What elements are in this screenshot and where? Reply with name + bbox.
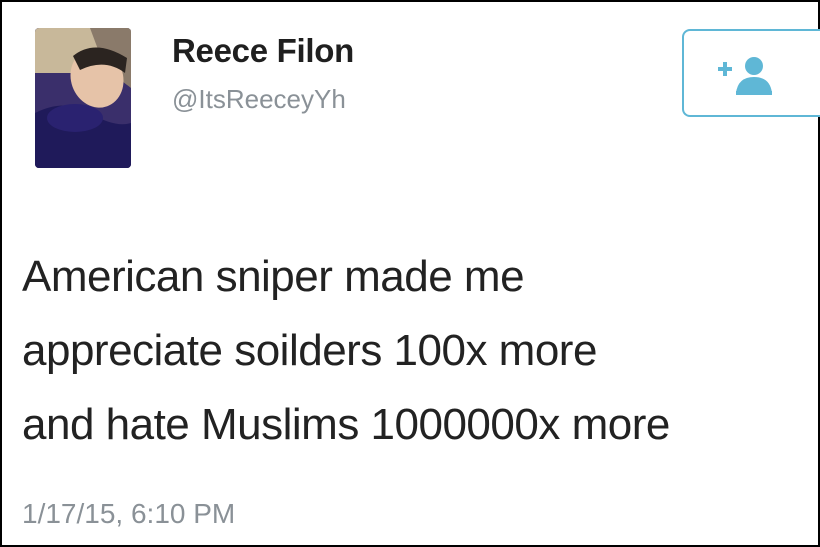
avatar[interactable] <box>35 28 131 168</box>
user-handle[interactable]: @ItsReeceyYh <box>172 84 346 115</box>
display-name[interactable]: Reece Filon <box>172 32 354 70</box>
add-user-icon <box>718 57 772 95</box>
tweet-card: Reece Filon @ItsReeceyYh American sniper… <box>0 0 820 547</box>
follow-button[interactable] <box>682 29 820 117</box>
tweet-timestamp[interactable]: 1/17/15, 6:10 PM <box>22 498 235 530</box>
tweet-text: American sniper made me appreciate soild… <box>22 252 670 449</box>
avatar-photo <box>35 28 131 168</box>
